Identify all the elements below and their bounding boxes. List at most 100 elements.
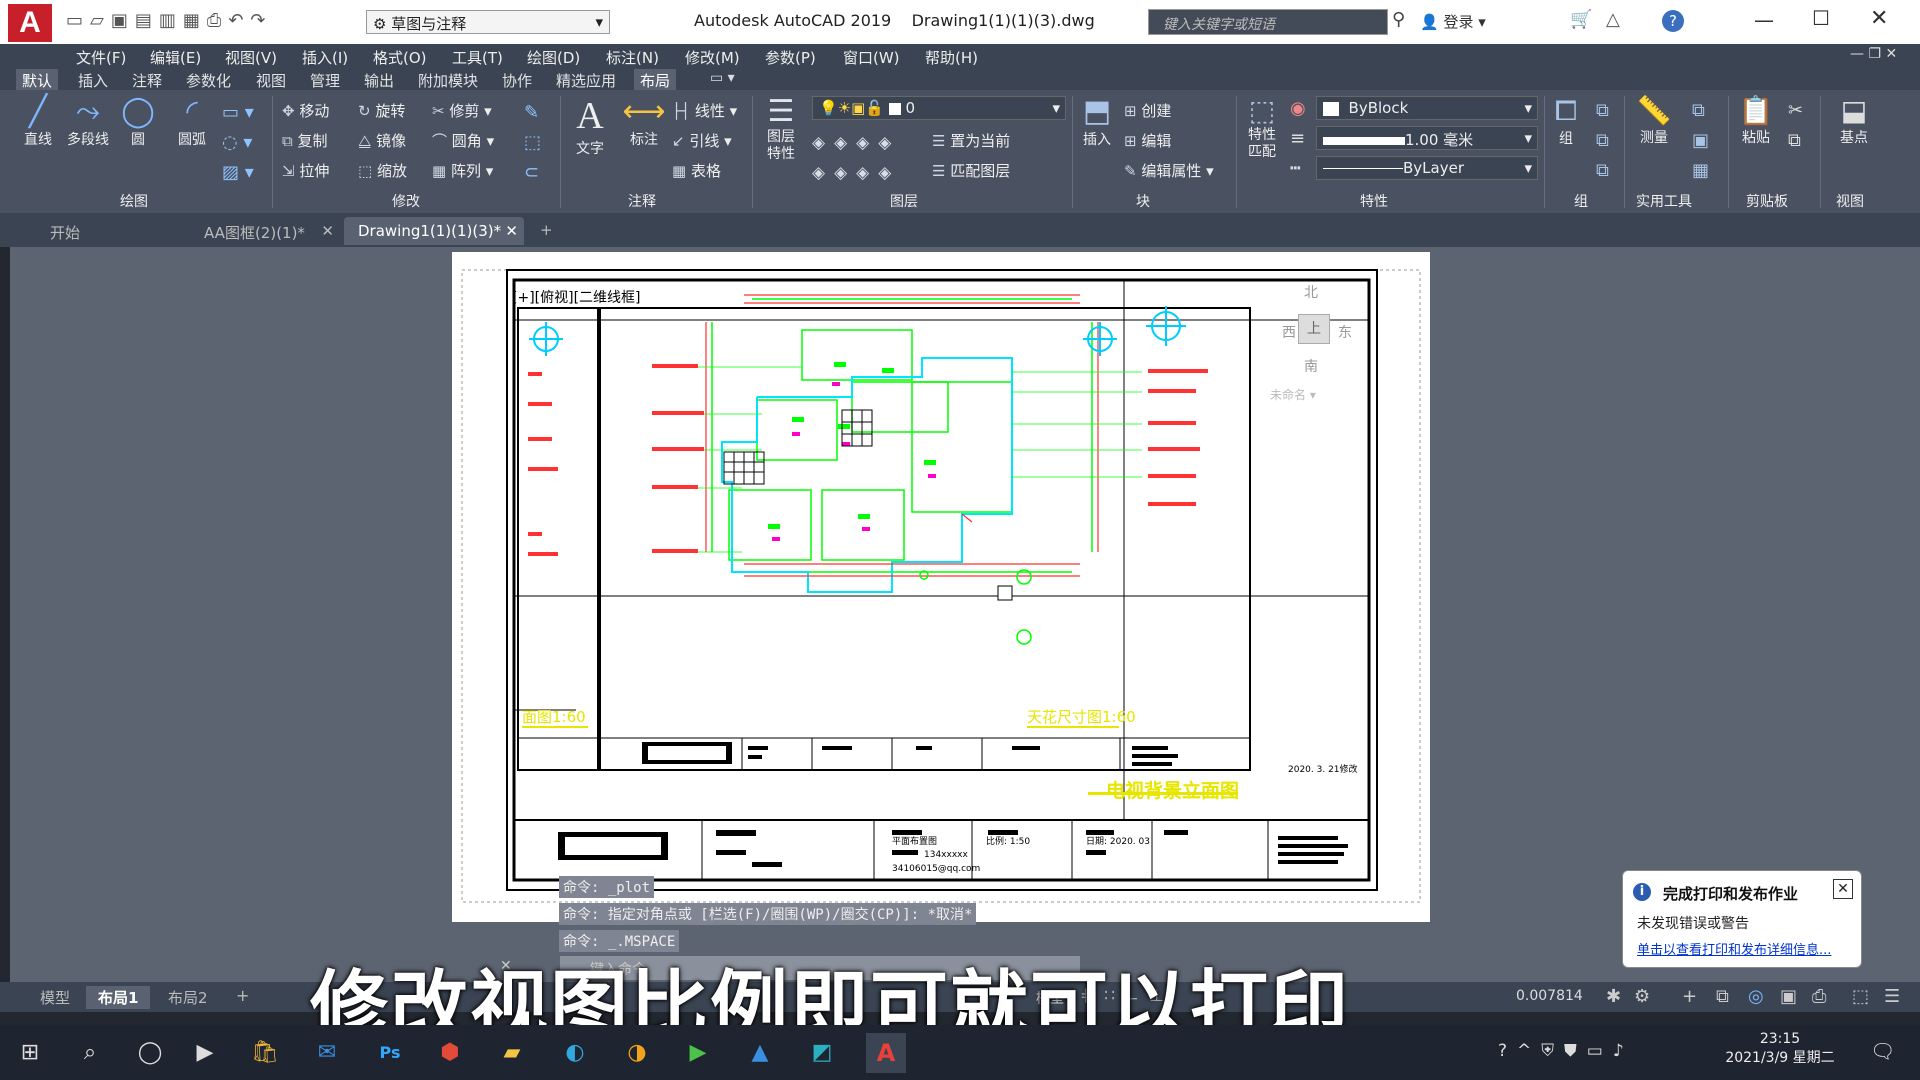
menu-modify[interactable]: 修改(M)	[685, 47, 740, 68]
menu-dimension[interactable]: 标注(N)	[606, 47, 659, 68]
doc-tab-start[interactable]: 开始	[36, 217, 186, 245]
close-button[interactable]: ✕	[1870, 6, 1888, 31]
dimension-tool[interactable]: ⟷ 标注	[620, 94, 668, 149]
gear-icon[interactable]: ⚙	[1634, 986, 1650, 1007]
save-icon[interactable]: ▣	[111, 10, 135, 31]
clean-screen-icon[interactable]: ▣	[1780, 986, 1797, 1007]
utilities-panel-label[interactable]: 实用工具	[1636, 191, 1692, 211]
task-view-icon[interactable]: ▶	[185, 1033, 225, 1073]
layout-tab-1[interactable]: 布局1	[86, 986, 151, 1009]
tab-collaborate[interactable]: 协作	[496, 69, 538, 92]
new-file-icon[interactable]: ▭	[66, 10, 90, 31]
browser-icon[interactable]: ◑	[617, 1033, 657, 1073]
app-icon[interactable]: ⬢	[430, 1033, 470, 1073]
minimize-button[interactable]: —	[1754, 8, 1774, 32]
doc-tab-drawing[interactable]: Drawing1(1)(1)(3)* ✕	[344, 217, 524, 245]
system-tray[interactable]: ?^⛨⛊▭♪	[1498, 1041, 1634, 1061]
modify-panel-label[interactable]: 修改	[392, 191, 420, 211]
tab-featured-apps[interactable]: 精选应用	[550, 69, 622, 92]
login-button[interactable]: 👤 登录 ▾	[1420, 11, 1486, 32]
binoculars-icon[interactable]: ⚲	[1392, 9, 1405, 30]
store-icon[interactable]: 🛍	[245, 1033, 285, 1073]
workspace-switch-icon[interactable]: ✱	[1606, 986, 1621, 1007]
a360-icon[interactable]: △	[1606, 9, 1620, 30]
utility-extra-tools[interactable]: ⧉ ▣ ▦	[1692, 96, 1709, 186]
close-icon[interactable]: ✕	[505, 222, 518, 240]
media-player-icon[interactable]: ▶	[678, 1033, 718, 1073]
clock[interactable]: 23:15 2021/3/9 星期二	[1720, 1031, 1840, 1067]
text-tool[interactable]: A 文字	[566, 94, 614, 158]
fillet-tool[interactable]: ⌒ 圆角 ▾	[432, 130, 494, 151]
annotation-scale[interactable]: 0.007814	[1516, 988, 1583, 1004]
menu-insert[interactable]: 插入(I)	[302, 47, 348, 68]
plot-status-icon[interactable]: ⎙	[1812, 986, 1826, 1007]
search-input[interactable]: 键入关键字或短语	[1148, 9, 1388, 35]
notification-link[interactable]: 单击以查看打印和发布详细信息...	[1637, 939, 1831, 958]
group-panel-label[interactable]: 组	[1574, 191, 1588, 211]
draw-extra-tools[interactable]: ▭ ▾ ◌ ▾ ▨ ▾	[222, 98, 254, 188]
ucs-dropdown[interactable]: 未命名 ▾	[1270, 386, 1316, 403]
video-editor-icon[interactable]: ◩	[802, 1033, 842, 1073]
modify-extra-tools[interactable]: ✎ ⬚ ⊂	[524, 98, 541, 188]
notification-close-button[interactable]: ✕	[1833, 879, 1853, 899]
arc-tool[interactable]: ◜ 圆弧	[170, 94, 214, 149]
undo-icon[interactable]: ↶	[228, 10, 250, 31]
mirror-tool[interactable]: ⧋ 镜像	[358, 130, 406, 151]
print-icon[interactable]: ⎙	[207, 10, 228, 31]
properties-panel-label[interactable]: 特性	[1360, 191, 1388, 211]
fullscreen-icon[interactable]: ⬚	[1852, 986, 1869, 1007]
menu-view[interactable]: 视图(V)	[225, 47, 277, 68]
paste-tool[interactable]: 📋 粘贴	[1734, 94, 1778, 147]
hardware-accel-icon[interactable]: ◎	[1748, 986, 1764, 1007]
line-tool[interactable]: ╱ 直线	[18, 94, 58, 149]
edit-attributes-tool[interactable]: ✎ 编辑属性 ▾	[1124, 160, 1214, 181]
tab-insert[interactable]: 插入	[72, 69, 114, 92]
photos-icon[interactable]: ▲	[740, 1033, 780, 1073]
plus-icon[interactable]: +	[1682, 986, 1697, 1007]
viewcube[interactable]: 北 西 上 东 南	[1282, 282, 1362, 382]
clipboard-extra-tools[interactable]: ✂ ⧉	[1788, 96, 1803, 156]
search-icon[interactable]: ⌕	[70, 1033, 110, 1073]
doc-tab-frame[interactable]: AA图框(2)(1)* ✕	[190, 217, 340, 245]
edge-icon[interactable]: ◐	[555, 1033, 595, 1073]
trim-tool[interactable]: ✂ 修剪 ▾	[432, 100, 492, 121]
leader-tool[interactable]: ↙ 引线 ▾	[672, 130, 732, 151]
insert-block-tool[interactable]: ⬒ 插入	[1076, 94, 1118, 149]
isolate-icon[interactable]: ⧉	[1716, 986, 1729, 1007]
web-open-icon[interactable]: ▥	[159, 10, 183, 31]
edit-block-tool[interactable]: ⊞ 编辑	[1124, 130, 1171, 151]
menu-parametric[interactable]: 参数(P)	[765, 47, 816, 68]
circle-tool[interactable]: ◯ 圆	[118, 94, 158, 149]
save-as-icon[interactable]: ▤	[135, 10, 159, 31]
clipboard-panel-label[interactable]: 剪贴板	[1746, 191, 1788, 211]
mail-icon[interactable]: ✉	[307, 1033, 347, 1073]
annotation-panel-label[interactable]: 注释	[628, 191, 656, 211]
photoshop-icon[interactable]: Ps	[370, 1033, 410, 1073]
maximize-button[interactable]: ☐	[1812, 6, 1830, 30]
doc-window-controls[interactable]: — ❐ ✕	[1850, 46, 1897, 62]
help-icon[interactable]: ?	[1662, 10, 1684, 32]
tab-view[interactable]: 视图	[250, 69, 292, 92]
move-tool[interactable]: ✥ 移动	[282, 100, 329, 121]
open-file-icon[interactable]: ▱	[90, 10, 111, 31]
cart-icon[interactable]: 🛒	[1570, 9, 1592, 30]
polyline-tool[interactable]: ⤳ 多段线	[62, 94, 114, 149]
menu-window[interactable]: 窗口(W)	[843, 47, 900, 68]
rotate-tool[interactable]: ↻ 旋转	[358, 100, 405, 121]
linetype-dropdown[interactable]: ByLayer ▾	[1316, 156, 1538, 180]
color-wheel-icon[interactable]: ◉	[1290, 98, 1306, 119]
create-block-tool[interactable]: ⊞ 创建	[1124, 100, 1171, 121]
ribbon-toggle-icon[interactable]: ▭ ▾	[710, 70, 735, 86]
linear-dim-tool[interactable]: ├┤ 线性 ▾	[672, 100, 737, 121]
tab-manage[interactable]: 管理	[304, 69, 346, 92]
plot-notification[interactable]: i 完成打印和发布作业 ✕ 未发现错误或警告 单击以查看打印和发布详细信息...	[1622, 870, 1862, 968]
close-icon[interactable]: ✕	[321, 222, 334, 240]
base-view-tool[interactable]: ⬓ 基点	[1830, 94, 1878, 147]
tab-layout[interactable]: 布局	[634, 69, 677, 92]
color-dropdown[interactable]: ByBlock ▾	[1316, 96, 1538, 120]
add-layout-button[interactable]: +	[228, 986, 257, 1005]
autocad-logo-button[interactable]: A	[8, 4, 52, 42]
autocad-taskbar-icon[interactable]: A	[866, 1033, 906, 1073]
table-tool[interactable]: ▦ 表格	[672, 160, 721, 181]
group-tool[interactable]: ⧠ 组	[1548, 94, 1584, 148]
